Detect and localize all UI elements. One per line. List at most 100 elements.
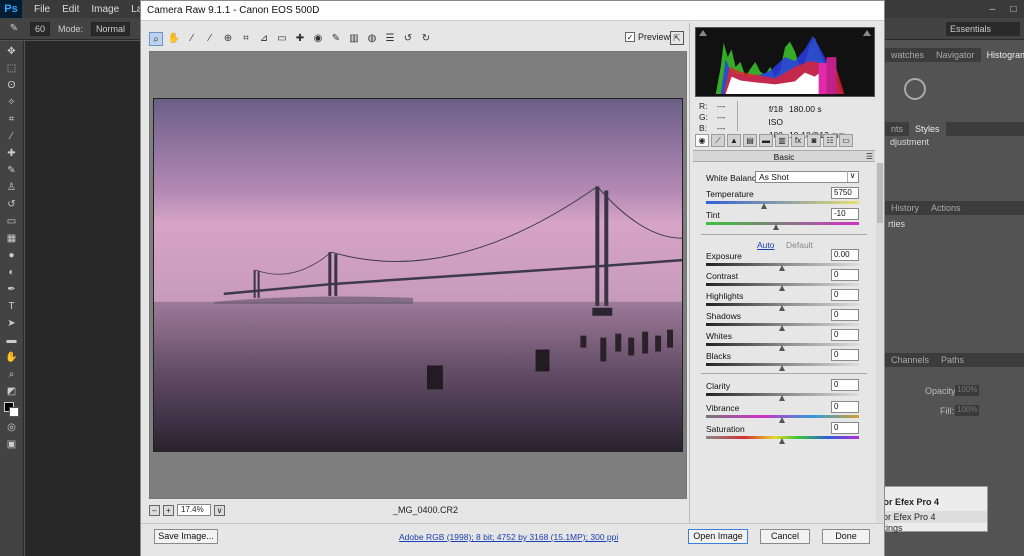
slider-thumb[interactable] — [779, 325, 785, 331]
targeted-adjust-icon[interactable]: ⊕ — [221, 32, 235, 46]
tab-detail-icon[interactable]: ▲ — [727, 134, 741, 147]
gradient-tool-icon[interactable]: ▦ — [4, 232, 20, 246]
panel-scrollbar[interactable] — [876, 163, 884, 523]
fullscreen-icon[interactable]: ⇱ — [670, 31, 684, 45]
workflow-options-link[interactable]: Adobe RGB (1998); 8 bit; 4752 by 3168 (1… — [399, 532, 618, 542]
open-image-button[interactable]: Open Image — [688, 529, 748, 544]
preview-checkbox[interactable]: ✓ — [625, 32, 635, 42]
crop-tool-icon[interactable]: ⌗ — [239, 32, 253, 46]
crop-tool-icon[interactable]: ⌗ — [4, 113, 20, 127]
opacity-field[interactable]: 100% — [955, 385, 979, 396]
shape-tool-icon[interactable]: ▬ — [4, 334, 20, 348]
zoom-out-button[interactable]: – — [149, 504, 160, 516]
color-swatches[interactable] — [3, 402, 20, 418]
tab-channels[interactable]: Channels — [885, 355, 935, 365]
slider-thumb[interactable] — [779, 345, 785, 351]
history-brush-icon[interactable]: ↺ — [4, 198, 20, 212]
tab-navigator[interactable]: Navigator — [930, 50, 981, 60]
zoom-tool-icon[interactable]: ⌕ — [4, 368, 20, 382]
tab-history[interactable]: History — [885, 203, 925, 213]
done-button[interactable]: Done — [822, 529, 870, 544]
slider-value-field[interactable]: 0 — [831, 269, 859, 281]
efex-item[interactable]: lor Efex Pro 4 — [879, 511, 987, 523]
default-colors-icon[interactable]: ◩ — [4, 385, 20, 399]
transform-tool-icon[interactable]: ▭ — [275, 32, 289, 46]
slider-track[interactable] — [706, 393, 859, 401]
quick-select-icon[interactable]: ✧ — [4, 96, 20, 110]
tab-effects-icon[interactable]: fx — [791, 134, 805, 147]
rotate-right-icon[interactable]: ↻ — [419, 32, 433, 46]
background-color[interactable] — [8, 407, 19, 417]
minimize-icon[interactable]: – — [990, 4, 996, 15]
adjustment-brush-icon[interactable]: ✎ — [329, 32, 343, 46]
slider-track[interactable] — [706, 343, 859, 351]
slider-thumb[interactable] — [772, 224, 779, 230]
zoom-level-field[interactable]: 17.4% — [177, 504, 211, 516]
slider-track[interactable] — [706, 283, 859, 291]
quick-mask-icon[interactable]: ◎ — [4, 421, 20, 435]
hand-tool-icon[interactable]: ✋ — [4, 351, 20, 365]
color-sampler-icon[interactable]: ⁄ — [203, 32, 217, 46]
preview-toggle[interactable]: ✓ Preview — [625, 32, 670, 42]
rotate-left-icon[interactable]: ↺ — [401, 32, 415, 46]
slider-value-field[interactable]: -10 — [831, 208, 859, 220]
type-tool-icon[interactable]: T — [4, 300, 20, 314]
straighten-tool-icon[interactable]: ⊿ — [257, 32, 271, 46]
slider-track[interactable] — [706, 323, 859, 331]
lasso-tool-icon[interactable]: ʘ — [4, 79, 20, 93]
red-eye-icon[interactable]: ◉ — [311, 32, 325, 46]
workspace-select[interactable]: Essentials — [946, 22, 1020, 36]
save-image-button[interactable]: Save Image... — [154, 529, 218, 544]
tab-actions[interactable]: Actions — [925, 203, 967, 213]
auto-link[interactable]: Auto — [757, 240, 775, 250]
radial-filter-icon[interactable]: ◍ — [365, 32, 379, 46]
white-balance-tool-icon[interactable]: ⁄ — [185, 32, 199, 46]
slider-thumb[interactable] — [779, 395, 785, 401]
menu-edit[interactable]: Edit — [56, 4, 85, 15]
slider-track[interactable] — [706, 436, 859, 444]
slider-value-field[interactable]: 0.00 — [831, 249, 859, 261]
pen-tool-icon[interactable]: ✒ — [4, 283, 20, 297]
slider-value-field[interactable]: 0 — [831, 379, 859, 391]
zoom-in-button[interactable]: + — [163, 504, 174, 516]
slider-value-field[interactable]: 0 — [831, 422, 859, 434]
healing-tool-icon[interactable]: ✚ — [4, 147, 20, 161]
tab-tone-curve-icon[interactable]: ⟋ — [711, 134, 725, 147]
preferences-icon[interactable]: ☰ — [383, 32, 397, 46]
shadow-clipping-icon[interactable] — [699, 30, 707, 36]
brush-tool-icon[interactable]: ✎ — [6, 22, 22, 36]
tab-presets-icon[interactable]: ☷ — [823, 134, 837, 147]
tab-camera-calibration-icon[interactable]: ◙ — [807, 134, 821, 147]
slider-track[interactable] — [706, 415, 859, 423]
slider-track[interactable] — [706, 222, 859, 230]
tab-split-toning-icon[interactable]: ▬ — [759, 134, 773, 147]
dodge-tool-icon[interactable]: ◐ — [4, 266, 20, 280]
slider-value-field[interactable]: 0 — [831, 349, 859, 361]
slider-value-field[interactable]: 5750 — [831, 187, 859, 199]
slider-track[interactable] — [706, 303, 859, 311]
tab-basic-icon[interactable]: ◉ — [695, 134, 709, 147]
highlight-clipping-icon[interactable] — [863, 30, 871, 36]
blur-tool-icon[interactable]: ● — [4, 249, 20, 263]
slider-value-field[interactable]: 0 — [831, 289, 859, 301]
brush-tool-icon[interactable]: ✎ — [4, 164, 20, 178]
slider-value-field[interactable]: 0 — [831, 401, 859, 413]
zoom-tool-icon[interactable]: ⌕ — [149, 32, 163, 46]
menu-file[interactable]: File — [28, 4, 56, 15]
brush-size-field[interactable]: 60 — [30, 21, 51, 36]
slider-thumb[interactable] — [779, 365, 785, 371]
hand-tool-icon[interactable]: ✋ — [167, 32, 181, 46]
marquee-tool-icon[interactable]: ⬚ — [4, 62, 20, 76]
default-link[interactable]: Default — [786, 240, 813, 250]
slider-thumb[interactable] — [779, 305, 785, 311]
path-select-icon[interactable]: ➤ — [4, 317, 20, 331]
tab-swatches[interactable]: watches — [885, 50, 930, 60]
panel-menu-icon[interactable]: ☰ — [866, 151, 873, 163]
slider-value-field[interactable]: 0 — [831, 309, 859, 321]
efex-settings[interactable]: ttings — [879, 523, 987, 533]
tab-histogram[interactable]: Histogram — [980, 48, 1024, 62]
graduated-filter-icon[interactable]: ▥ — [347, 32, 361, 46]
tab-lens-icon[interactable]: ▥ — [775, 134, 789, 147]
eraser-tool-icon[interactable]: ▭ — [4, 215, 20, 229]
slider-value-field[interactable]: 0 — [831, 329, 859, 341]
